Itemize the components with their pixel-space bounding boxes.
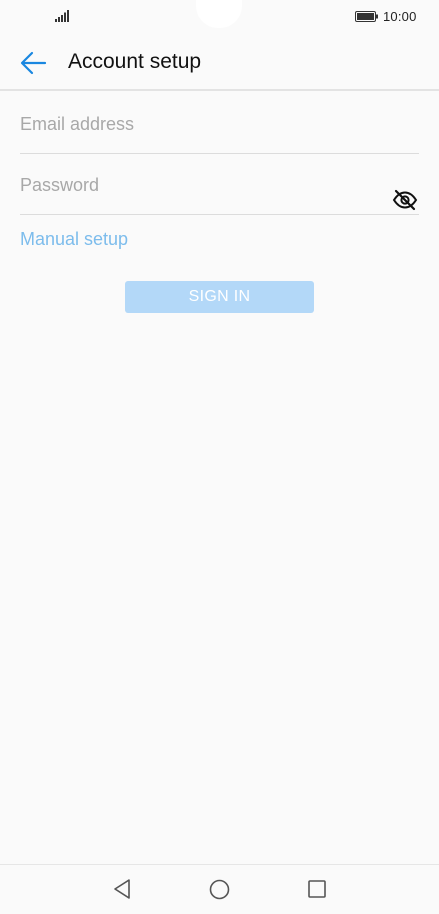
email-underline xyxy=(20,153,419,154)
battery-icon xyxy=(355,11,378,22)
signal-icon xyxy=(55,10,69,22)
email-field[interactable] xyxy=(20,98,419,150)
manual-setup-link[interactable]: Manual setup xyxy=(20,229,128,250)
password-underline xyxy=(20,214,419,215)
eye-off-icon[interactable] xyxy=(392,189,418,211)
back-arrow-icon[interactable] xyxy=(18,49,48,77)
nav-recent-icon[interactable] xyxy=(308,880,326,898)
sign-in-button[interactable]: SIGN IN xyxy=(125,281,314,313)
nav-home-icon[interactable] xyxy=(209,879,230,900)
password-field-container xyxy=(20,159,419,211)
system-nav-bar xyxy=(0,865,439,914)
password-field[interactable] xyxy=(20,159,419,211)
nav-back-icon[interactable] xyxy=(112,878,132,900)
status-clock: 10:00 xyxy=(383,9,417,24)
camera-notch xyxy=(196,0,242,28)
app-bar-divider xyxy=(0,89,439,91)
screen: 10:00 Account setup Manual setup SIGN IN xyxy=(0,0,439,914)
page-title: Account setup xyxy=(68,50,202,73)
app-bar: Account setup xyxy=(0,34,439,90)
email-field-container xyxy=(20,98,419,150)
status-bar: 10:00 xyxy=(0,0,439,34)
